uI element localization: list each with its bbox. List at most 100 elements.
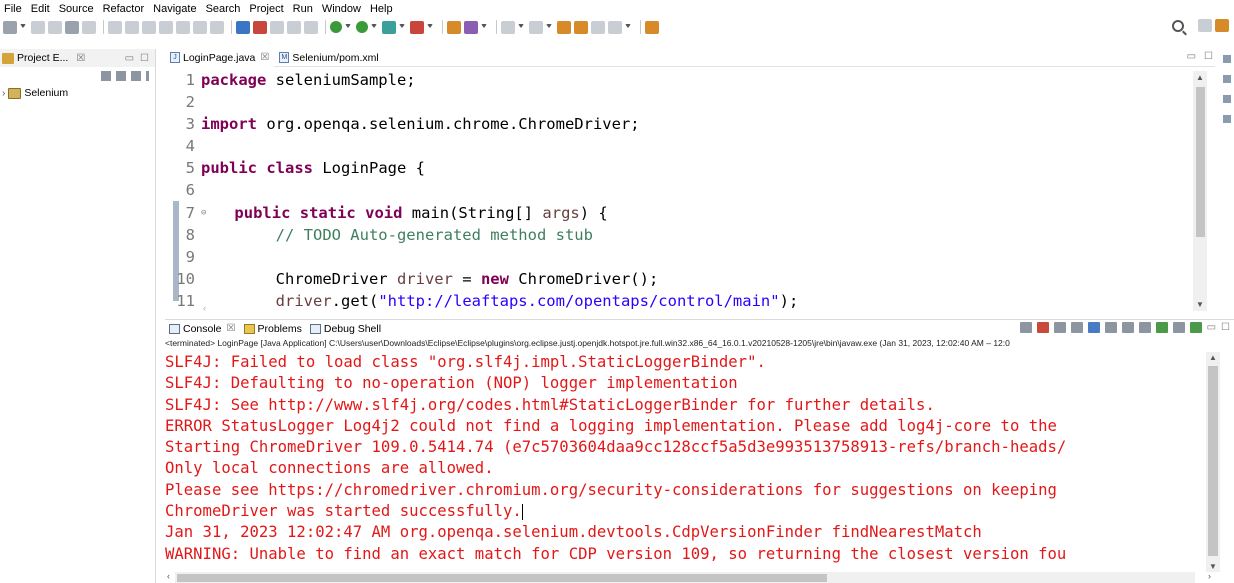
- coverage-icon[interactable]: [382, 20, 396, 34]
- variables-icon[interactable]: [1223, 55, 1231, 63]
- scroll-down-icon[interactable]: ▼: [1196, 300, 1204, 309]
- forward-dropdown-icon[interactable]: [625, 24, 631, 30]
- save-all-icon[interactable]: [48, 20, 62, 34]
- new-package-icon[interactable]: [464, 20, 478, 34]
- open-task-icon[interactable]: [253, 20, 267, 34]
- maximize-icon[interactable]: ☐: [1204, 51, 1213, 62]
- project-explorer-tab[interactable]: Project E... ☒ ▭ ☐: [0, 49, 155, 67]
- back-icon[interactable]: [574, 20, 588, 34]
- remove-launch-icon[interactable]: [1036, 322, 1049, 333]
- next-annotation-icon[interactable]: [501, 20, 515, 34]
- tab-pom-xml[interactable]: M Selenium/pom.xml: [274, 49, 383, 67]
- new-java-project-icon[interactable]: [447, 20, 461, 34]
- scroll-up-icon[interactable]: ▲: [1196, 73, 1204, 82]
- scrollbar-thumb[interactable]: [177, 574, 827, 582]
- display-console-icon[interactable]: [1172, 322, 1185, 333]
- new-dropdown-icon[interactable]: [20, 24, 26, 30]
- terminate-icon[interactable]: [142, 20, 156, 34]
- skip-breakpoints-icon[interactable]: [82, 20, 96, 34]
- close-icon[interactable]: ☒: [260, 52, 269, 63]
- scroll-down-icon[interactable]: ▼: [1209, 562, 1217, 571]
- java-perspective-icon[interactable]: [1215, 19, 1229, 32]
- link-with-editor-icon[interactable]: [116, 71, 126, 81]
- forward-next-icon[interactable]: [608, 20, 622, 34]
- new-icon[interactable]: [3, 20, 17, 34]
- previous-annotation-icon[interactable]: [529, 20, 543, 34]
- terminal-icon[interactable]: [65, 20, 79, 34]
- menu-source[interactable]: Source: [59, 3, 94, 15]
- tab-debug-shell[interactable]: Debug Shell: [306, 323, 385, 335]
- scroll-left-icon[interactable]: ‹: [167, 571, 170, 581]
- console-output[interactable]: SLF4J: Failed to load class "org.slf4j.i…: [165, 352, 1205, 567]
- menu-refactor[interactable]: Refactor: [103, 3, 145, 15]
- expressions-icon[interactable]: [1223, 95, 1231, 103]
- menu-file[interactable]: File: [4, 3, 22, 15]
- menu-run[interactable]: Run: [293, 3, 313, 15]
- chevron-right-icon[interactable]: ›: [2, 88, 5, 99]
- run-dropdown-icon[interactable]: [371, 24, 377, 30]
- tab-problems[interactable]: Problems: [240, 323, 306, 335]
- next-annotation-dropdown-icon[interactable]: [518, 24, 524, 30]
- filter-icon[interactable]: [131, 71, 141, 81]
- breakpoints-icon[interactable]: [1223, 75, 1231, 83]
- step-over-icon[interactable]: [193, 20, 207, 34]
- toggle-mark-occurrences-icon[interactable]: [270, 20, 284, 34]
- disconnect-icon[interactable]: [159, 20, 173, 34]
- scroll-lock-icon[interactable]: [1087, 322, 1100, 333]
- show-on-error-icon[interactable]: [1138, 322, 1151, 333]
- close-icon[interactable]: ☒: [76, 53, 85, 64]
- scrollbar-thumb[interactable]: [1208, 366, 1218, 556]
- menu-project[interactable]: Project: [249, 3, 283, 15]
- minimize-icon[interactable]: ▭: [1207, 322, 1216, 333]
- word-wrap-icon[interactable]: [1104, 322, 1117, 333]
- collapse-all-icon[interactable]: [101, 71, 111, 81]
- menu-search[interactable]: Search: [206, 3, 241, 15]
- open-type-icon[interactable]: [236, 20, 250, 34]
- perspective-icon[interactable]: [1198, 19, 1212, 32]
- tab-console[interactable]: Console ☒: [165, 323, 240, 335]
- console-vertical-scrollbar[interactable]: ▲ ▼: [1206, 352, 1220, 572]
- pin-editor-icon[interactable]: [645, 20, 659, 34]
- forward-icon[interactable]: [591, 20, 605, 34]
- terminate-icon[interactable]: [1019, 322, 1032, 333]
- clear-console-icon[interactable]: [1070, 322, 1083, 333]
- code-area[interactable]: 1 package seleniumSample; 2 3 import org.o…: [165, 69, 1195, 310]
- save-icon[interactable]: [31, 20, 45, 34]
- tree-item-selenium[interactable]: › Selenium: [0, 85, 155, 101]
- previous-annotation-dropdown-icon[interactable]: [546, 24, 552, 30]
- editor-horizontal-scrollbar[interactable]: ‹: [203, 303, 1187, 314]
- open-console-icon[interactable]: [1189, 322, 1202, 333]
- tab-loginpage-java[interactable]: J LoginPage.java ☒: [165, 48, 275, 67]
- resume-icon[interactable]: [108, 20, 122, 34]
- coverage-dropdown-icon[interactable]: [399, 24, 405, 30]
- menu-edit[interactable]: Edit: [31, 3, 50, 15]
- pin-console-icon[interactable]: [1155, 322, 1168, 333]
- outline-icon[interactable]: [1223, 115, 1231, 123]
- scroll-up-icon[interactable]: ▲: [1209, 353, 1217, 362]
- external-tools-icon[interactable]: [410, 20, 424, 34]
- suspend-icon[interactable]: [125, 20, 139, 34]
- remove-all-terminated-icon[interactable]: [1053, 322, 1066, 333]
- new-class-dropdown-icon[interactable]: [481, 24, 487, 30]
- editor-vertical-scrollbar[interactable]: ▲ ▼: [1193, 71, 1207, 311]
- console-horizontal-scrollbar[interactable]: ‹ ›: [167, 571, 1211, 583]
- menu-navigate[interactable]: Navigate: [153, 3, 196, 15]
- show-on-output-icon[interactable]: [1121, 322, 1134, 333]
- scrollbar-thumb[interactable]: [1196, 87, 1205, 237]
- debug-dropdown-icon[interactable]: [345, 24, 351, 30]
- minimize-icon[interactable]: ▭: [125, 53, 134, 64]
- step-into-icon[interactable]: [176, 20, 190, 34]
- debug-icon[interactable]: [330, 21, 342, 33]
- external-tools-dropdown-icon[interactable]: [427, 24, 433, 30]
- last-edit-location-icon[interactable]: [557, 20, 571, 34]
- toggle-block-selection-icon[interactable]: [287, 20, 301, 34]
- fold-icon[interactable]: ⊖: [201, 208, 206, 218]
- view-menu-icon[interactable]: [146, 71, 149, 81]
- scroll-right-icon[interactable]: ›: [1208, 571, 1211, 581]
- show-whitespace-icon[interactable]: [304, 20, 318, 34]
- maximize-icon[interactable]: ☐: [140, 53, 149, 64]
- minimize-icon[interactable]: ▭: [1187, 51, 1196, 62]
- run-icon[interactable]: [356, 21, 368, 33]
- menu-window[interactable]: Window: [322, 3, 361, 15]
- close-icon[interactable]: ☒: [227, 323, 236, 334]
